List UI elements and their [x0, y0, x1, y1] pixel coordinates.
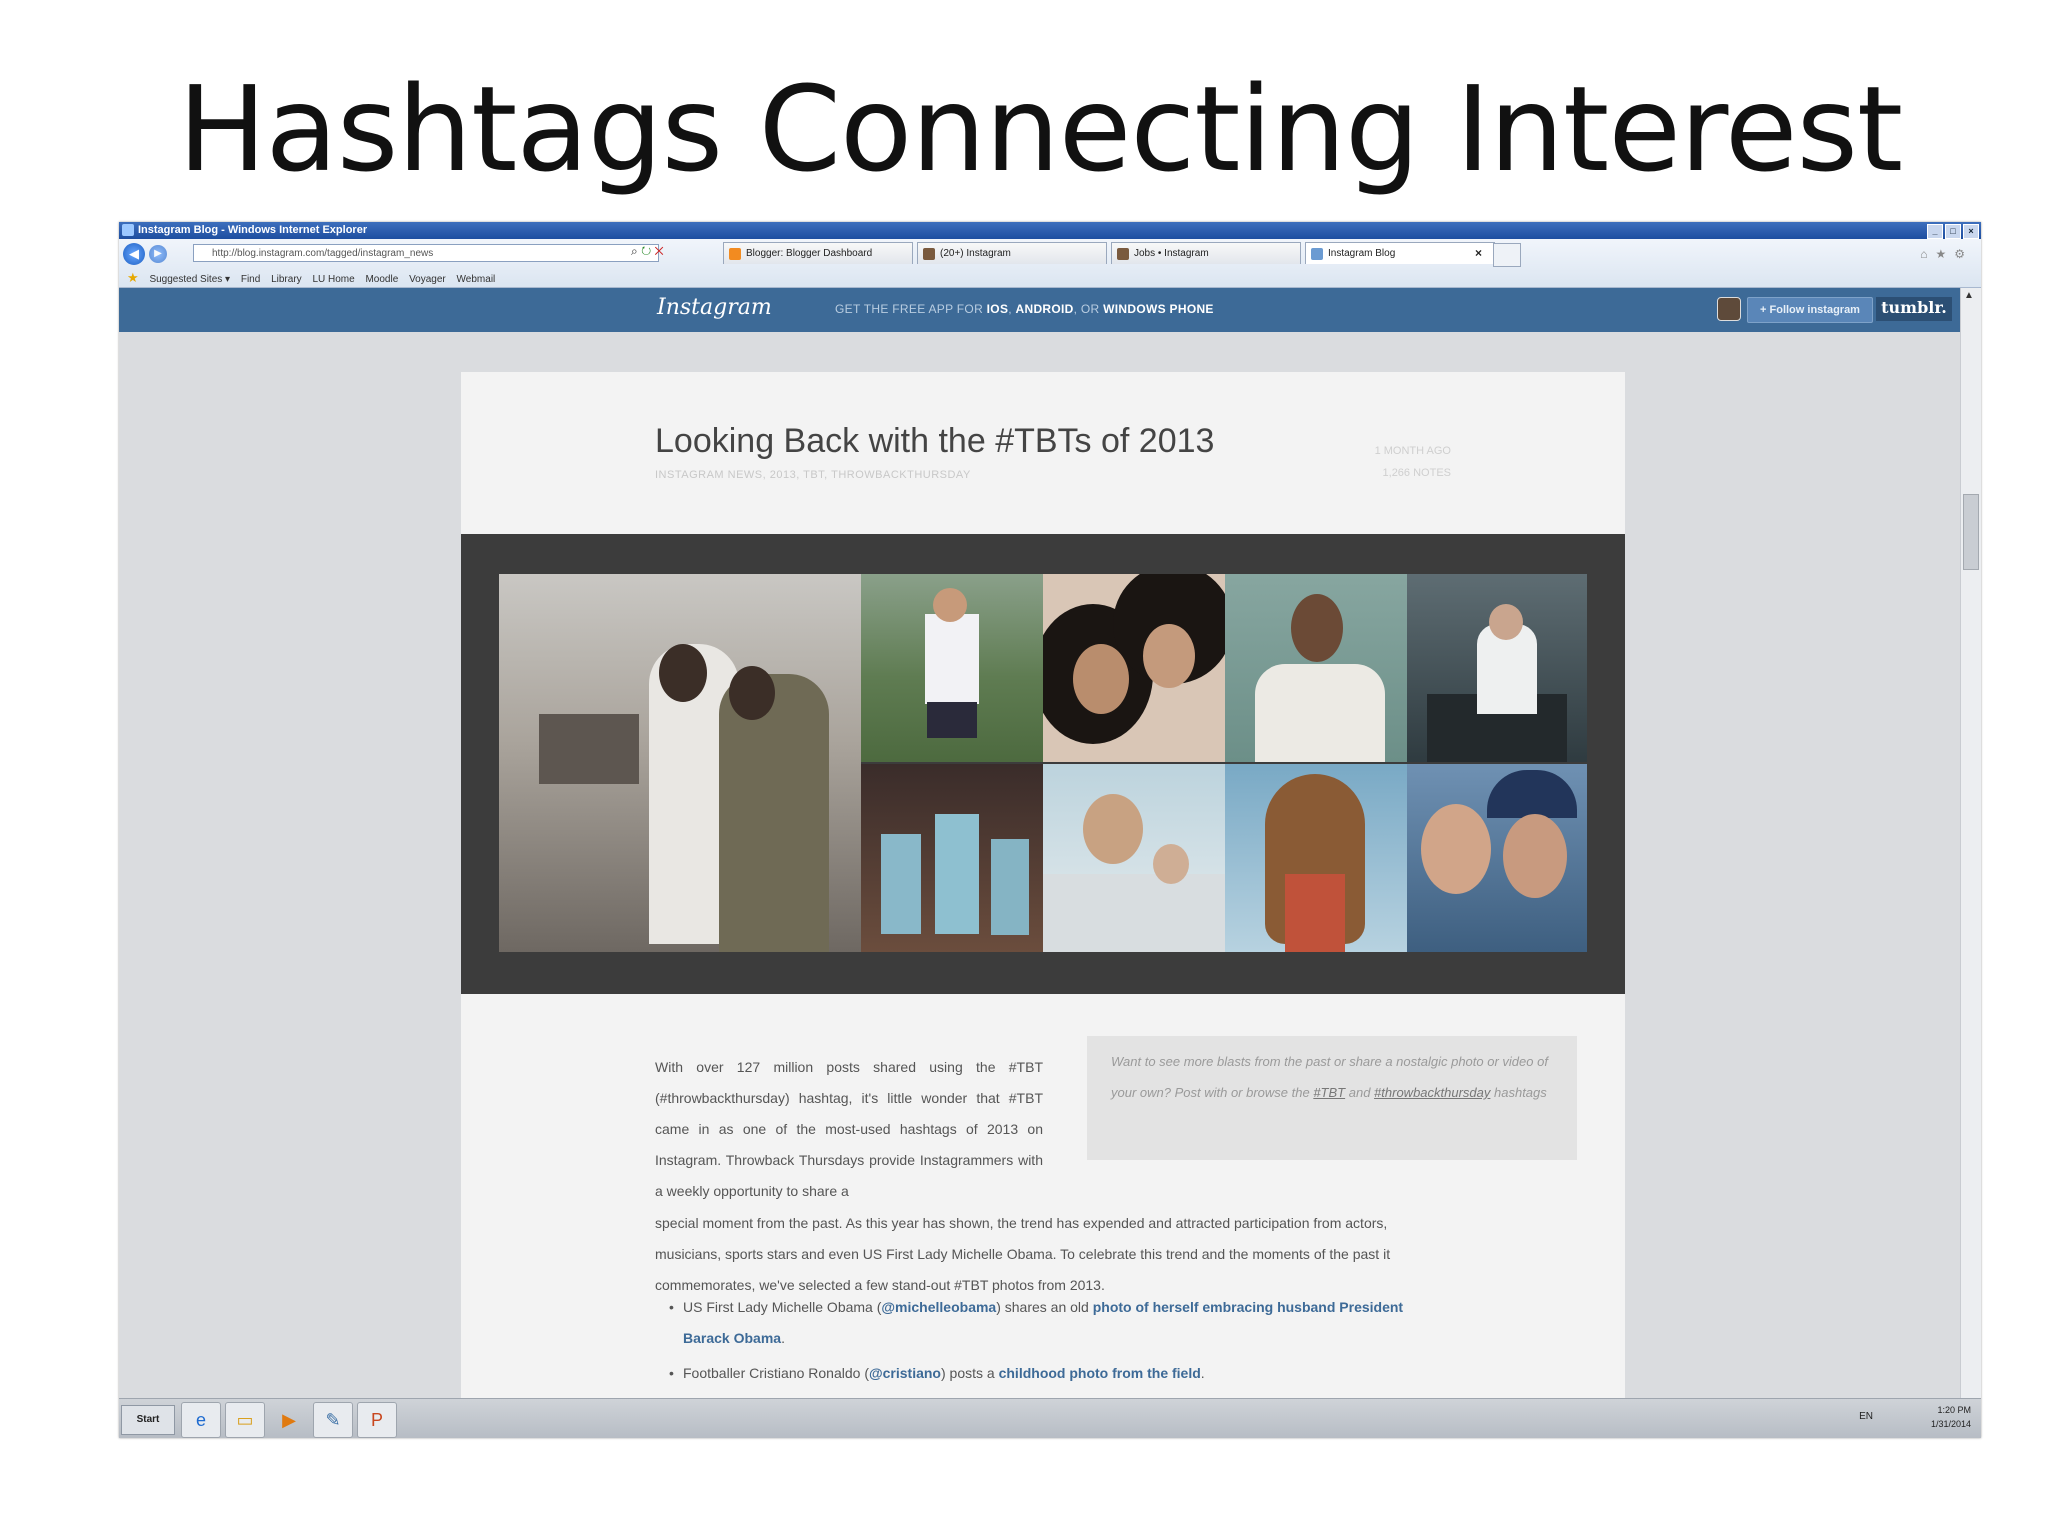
- model-photo[interactable]: [1225, 764, 1407, 952]
- close-tab-icon[interactable]: ×: [1475, 246, 1482, 260]
- favorite-item[interactable]: Suggested Sites ▾: [149, 274, 230, 285]
- tools-gear-icon[interactable]: ⚙: [1954, 247, 1973, 261]
- post-tags[interactable]: INSTAGRAM NEWS, 2013, TBT, THROWBACKTHUR…: [655, 469, 971, 481]
- tumblr-button[interactable]: tumblr.: [1876, 297, 1952, 321]
- post-meta: 1 MONTH AGO 1,266 NOTES: [1311, 440, 1451, 484]
- stage-photo[interactable]: [861, 764, 1043, 952]
- powerpoint-icon[interactable]: P: [357, 1402, 397, 1438]
- home-icon[interactable]: ⌂: [1920, 247, 1935, 261]
- snipping-tool-icon[interactable]: ✎: [313, 1402, 353, 1438]
- tab-instagram-blog[interactable]: Instagram Blog: [1305, 242, 1495, 264]
- post-notes[interactable]: 1,266 NOTES: [1311, 462, 1451, 484]
- window-titlebar: Instagram Blog - Windows Internet Explor…: [119, 222, 1981, 239]
- favorite-item[interactable]: Voyager: [409, 274, 446, 285]
- cristiano-link[interactable]: @cristiano: [869, 1365, 941, 1381]
- favorite-item[interactable]: Find: [241, 274, 260, 285]
- close-window-button[interactable]: ×: [1963, 224, 1979, 239]
- favorites-icon[interactable]: ★: [1935, 247, 1954, 261]
- instagram-logo[interactable]: Instagram: [657, 295, 772, 320]
- kitchen-photo[interactable]: [1407, 574, 1587, 762]
- android-link[interactable]: ANDROID: [1016, 302, 1074, 316]
- browser-toolbar: ◀ ▶ http://blog.instagram.com/tagged/ins…: [119, 239, 1981, 288]
- start-button[interactable]: Start: [121, 1405, 175, 1435]
- instagram-icon: [1117, 248, 1129, 260]
- minimize-button[interactable]: _: [1927, 224, 1943, 239]
- back-button[interactable]: ◀: [123, 243, 145, 265]
- scroll-thumb[interactable]: [1963, 494, 1979, 570]
- clock-date: 1/31/2014: [1930, 1419, 1971, 1429]
- refresh-icon[interactable]: ↻: [641, 244, 651, 258]
- obama-photo[interactable]: [499, 574, 861, 952]
- language-indicator[interactable]: EN: [1859, 1411, 1873, 1422]
- instagram-icon: [923, 248, 935, 260]
- browser-screenshot: Instagram Blog - Windows Internet Explor…: [119, 222, 1981, 1438]
- stop-icon[interactable]: ✕: [655, 244, 664, 258]
- window-title: Instagram Blog - Windows Internet Explor…: [138, 224, 368, 236]
- childhood-photo-link[interactable]: childhood photo from the field: [999, 1365, 1201, 1381]
- jet-pilot-photo[interactable]: [1043, 764, 1225, 952]
- tab-jobs[interactable]: Jobs • Instagram: [1111, 242, 1301, 264]
- ios-link[interactable]: IOS: [987, 302, 1009, 316]
- new-tab-button[interactable]: [1493, 243, 1521, 267]
- favorite-item[interactable]: Moodle: [365, 274, 398, 285]
- windows-taskbar: Start e ▭ ▶ ✎ P EN 1:20 PM 1/31/2014: [119, 1398, 1981, 1438]
- list-item: US First Lady Michelle Obama (@michelleo…: [661, 1292, 1441, 1354]
- throwbackthursday-hashtag-link[interactable]: #throwbackthursday: [1374, 1085, 1490, 1100]
- callout-box: Want to see more blasts from the past or…: [1087, 1036, 1577, 1160]
- media-player-icon[interactable]: ▶: [269, 1402, 309, 1438]
- favorites-star-icon[interactable]: ★: [127, 270, 139, 285]
- system-clock[interactable]: 1:20 PM 1/31/2014: [1931, 1403, 1971, 1431]
- page-icon: [1311, 248, 1323, 260]
- post-body-column: With over 127 million posts shared using…: [655, 1059, 1043, 1199]
- app-download-tagline: GET THE FREE APP FOR IOS, ANDROID, OR WI…: [835, 302, 1214, 316]
- afro-photo[interactable]: [1043, 574, 1225, 762]
- blog-post: Looking Back with the #TBTs of 2013 INST…: [461, 372, 1625, 1418]
- page-scrollbar[interactable]: ▲ ▼: [1960, 288, 1981, 1414]
- list-item: Footballer Cristiano Ronaldo (@cristiano…: [661, 1358, 1441, 1389]
- favorite-item[interactable]: LU Home: [312, 274, 354, 285]
- browser-right-icons: ⌂★⚙: [1920, 247, 1973, 261]
- favorite-item[interactable]: Webmail: [457, 274, 496, 285]
- window-controls: _ □ ×: [1925, 223, 1979, 240]
- favorites-bar: ★ Suggested Sites ▾ Find Library LU Home…: [127, 270, 503, 286]
- folder-icon[interactable]: ▭: [225, 1402, 265, 1438]
- post-age[interactable]: 1 MONTH AGO: [1311, 440, 1451, 462]
- internet-explorer-icon[interactable]: e: [181, 1402, 221, 1438]
- favorite-item[interactable]: Library: [271, 274, 302, 285]
- ronaldo-photo[interactable]: [861, 574, 1043, 762]
- tab-blogger[interactable]: Blogger: Blogger Dashboard: [723, 242, 913, 264]
- tbt-photo-collage: [499, 574, 1587, 952]
- forward-button[interactable]: ▶: [149, 245, 167, 263]
- post-body-full: special moment from the past. As this ye…: [655, 1215, 1391, 1293]
- blogger-icon: [729, 248, 741, 260]
- tbt-highlights-list: US First Lady Michelle Obama (@michelleo…: [661, 1292, 1441, 1393]
- scroll-up-arrow-icon[interactable]: ▲: [1964, 290, 1974, 301]
- ie-logo-icon: [122, 224, 134, 236]
- slide-title: Hashtags Connecting Interest: [177, 60, 1903, 198]
- search-icon[interactable]: ⌕: [631, 244, 638, 258]
- basketball-player-photo[interactable]: [1225, 574, 1407, 762]
- instagram-avatar-icon[interactable]: [1717, 297, 1741, 321]
- cap-photo[interactable]: [1407, 764, 1587, 952]
- clock-time: 1:20 PM: [1937, 1405, 1971, 1415]
- follow-button[interactable]: + Follow instagram: [1747, 297, 1873, 323]
- address-actions: ⌕ ↻ ✕: [631, 244, 664, 259]
- windows-phone-link[interactable]: WINDOWS PHONE: [1103, 302, 1214, 316]
- address-bar[interactable]: http://blog.instagram.com/tagged/instagr…: [193, 244, 659, 262]
- maximize-button[interactable]: □: [1945, 224, 1961, 239]
- tbt-hashtag-link[interactable]: #TBT: [1313, 1085, 1345, 1100]
- tab-instagram[interactable]: (20+) Instagram: [917, 242, 1107, 264]
- michelleobama-link[interactable]: @michelleobama: [881, 1299, 996, 1315]
- post-title[interactable]: Looking Back with the #TBTs of 2013: [655, 422, 1214, 461]
- photo-collage-frame: [461, 534, 1625, 994]
- instagram-blog-header: Instagram GET THE FREE APP FOR IOS, ANDR…: [119, 288, 1961, 332]
